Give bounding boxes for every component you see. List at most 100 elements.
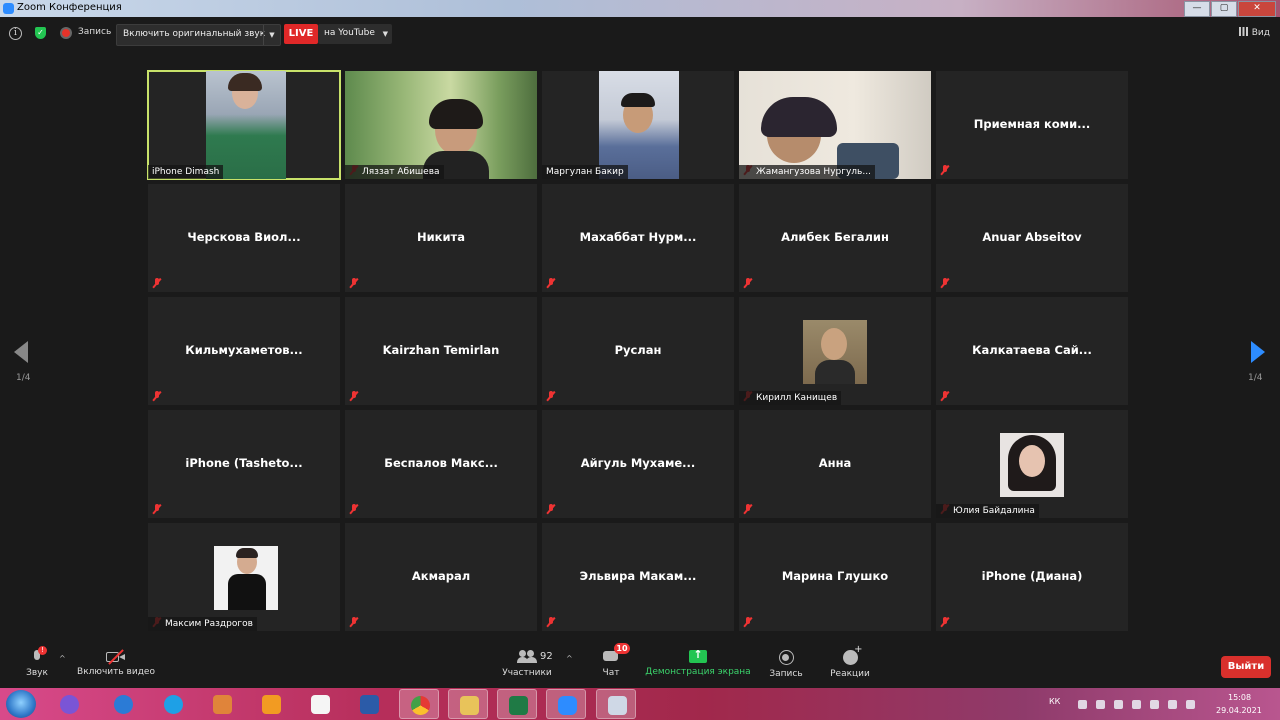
info-icon[interactable]: i	[9, 27, 22, 40]
record-button[interactable]: Запись	[766, 650, 806, 679]
previous-page-arrow-icon[interactable]	[14, 341, 28, 363]
paint-icon[interactable]	[596, 689, 636, 719]
leave-meeting-button[interactable]: Выйти	[1221, 656, 1271, 678]
meeting-top-toolbar: i ✓ Запись Включить оригинальный звук ▼ …	[0, 17, 1280, 51]
participant-tile[interactable]: Жамангузова Нургуль...	[739, 71, 931, 179]
audio-button[interactable]: ! Звук	[22, 646, 52, 678]
chevron-down-icon[interactable]: ▼	[263, 25, 280, 45]
chevron-down-icon[interactable]: ▼	[383, 24, 388, 44]
share-screen-icon	[689, 648, 707, 663]
minimize-button[interactable]: —	[1184, 1, 1210, 17]
muted-mic-icon	[941, 278, 949, 288]
participant-video	[599, 71, 679, 179]
volume-icon[interactable]	[1186, 700, 1195, 709]
audio-options-chevron-icon[interactable]: ^	[59, 654, 66, 663]
participant-avatar	[1000, 433, 1064, 497]
participant-avatar	[214, 546, 278, 610]
start-orb-icon[interactable]	[6, 690, 36, 718]
participant-name: Юлия Байдалина	[936, 504, 1039, 518]
participant-avatar	[803, 320, 867, 384]
participant-tile[interactable]: Максим Раздрогов	[148, 523, 340, 631]
participant-tile[interactable]: Anuar Abseitov	[936, 184, 1128, 292]
participant-video	[206, 71, 286, 179]
clock-date[interactable]: 29.04.2021	[1216, 706, 1262, 715]
chat-button[interactable]: 10 Чат	[596, 643, 630, 678]
participant-video	[345, 71, 537, 179]
internet-explorer-icon[interactable]	[103, 689, 143, 719]
youtube-stream-button[interactable]: на YouTube ▼	[318, 24, 392, 44]
participant-name: Анна	[818, 456, 852, 470]
participant-tile[interactable]: Махаббат Нурм...	[542, 184, 734, 292]
participant-tile[interactable]: Беспалов Макс...	[345, 410, 537, 518]
participant-tile[interactable]: Эльвира Макам...	[542, 523, 734, 631]
participant-tile[interactable]: Никита	[345, 184, 537, 292]
participant-name: Марина Глушко	[781, 569, 889, 583]
participant-name: Кильмухаметов...	[185, 343, 303, 357]
shield-icon[interactable]: ✓	[35, 27, 46, 39]
close-button[interactable]: ✕	[1238, 1, 1276, 17]
participant-tile[interactable]: Kairzhan Temirlan	[345, 297, 537, 405]
next-page-arrow-icon[interactable]	[1251, 341, 1265, 363]
media-player-icon[interactable]	[202, 689, 242, 719]
excel-icon[interactable]	[497, 689, 537, 719]
file-explorer-icon[interactable]	[448, 689, 488, 719]
participant-name: Эльвира Макам...	[579, 569, 697, 583]
original-sound-button[interactable]: Включить оригинальный звук ▼	[116, 24, 281, 46]
participant-tile[interactable]: iPhone (Диана)	[936, 523, 1128, 631]
share-screen-label: Демонстрация экрана	[645, 667, 751, 677]
reactions-label: Реакции	[830, 669, 870, 679]
participant-tile[interactable]: Ляззат Абишева	[345, 71, 537, 179]
participant-tile[interactable]: Приемная коми...	[936, 71, 1128, 179]
input-language[interactable]: КК	[1049, 697, 1060, 706]
yandex-icon[interactable]	[300, 689, 340, 719]
participant-tile[interactable]: Руслан	[542, 297, 734, 405]
skype-icon[interactable]	[153, 689, 193, 719]
network-icon[interactable]	[1150, 700, 1159, 709]
tray-icon[interactable]	[1078, 700, 1087, 709]
recording-indicator-icon	[62, 29, 70, 37]
participant-tile[interactable]: iPhone (Tasheto...	[148, 410, 340, 518]
participant-tile[interactable]: Маргулан Бакир	[542, 71, 734, 179]
start-video-button[interactable]: Включить видео	[73, 649, 159, 677]
reactions-button[interactable]: Реакции	[828, 644, 872, 679]
word-icon[interactable]	[349, 689, 389, 719]
participant-tile[interactable]: Черскова Виол...	[148, 184, 340, 292]
video-off-icon	[106, 649, 126, 665]
zoom-icon[interactable]	[546, 689, 586, 719]
tray-icon[interactable]	[1114, 700, 1123, 709]
participant-tile[interactable]: Марина Глушко	[739, 523, 931, 631]
participant-tile[interactable]: Кирилл Канищев	[739, 297, 931, 405]
yandex-browser-icon[interactable]	[49, 689, 89, 719]
maximize-button[interactable]: ▢	[1211, 1, 1237, 17]
zoom-app-icon	[3, 3, 14, 14]
page-indicator-left: 1/4	[16, 373, 31, 383]
tray-icon[interactable]	[1168, 700, 1177, 709]
tray-icon[interactable]	[1132, 700, 1141, 709]
participant-name: Калкатаева Сай...	[972, 343, 1092, 357]
view-button[interactable]: Вид	[1238, 27, 1270, 38]
tray-icon[interactable]	[1096, 700, 1105, 709]
recording-label: Запись	[78, 27, 112, 37]
participant-name: Максим Раздрогов	[148, 617, 257, 631]
participant-name: Черскова Виол...	[187, 230, 301, 244]
participant-tile[interactable]: Айгуль Мухаме...	[542, 410, 734, 518]
participant-tile[interactable]: Акмарал	[345, 523, 537, 631]
participant-tile[interactable]: Калкатаева Сай...	[936, 297, 1128, 405]
participant-tile[interactable]: Юлия Байдалина	[936, 410, 1128, 518]
chrome-icon[interactable]	[399, 689, 439, 719]
participants-options-chevron-icon[interactable]: ^	[566, 654, 573, 663]
muted-mic-icon	[941, 165, 949, 175]
participant-tile[interactable]: Кильмухаметов...	[148, 297, 340, 405]
participant-name: Руслан	[614, 343, 662, 357]
participant-name: iPhone (Диана)	[981, 569, 1083, 583]
grid-icon	[1238, 27, 1248, 36]
participant-tile[interactable]: Анна	[739, 410, 931, 518]
audio-warning-badge: !	[38, 646, 47, 655]
odnoklassniki-icon[interactable]	[251, 689, 291, 719]
window-title: Zoom Конференция	[17, 2, 122, 13]
clock-time[interactable]: 15:08	[1228, 693, 1251, 702]
participant-tile[interactable]: Алибек Бегалин	[739, 184, 931, 292]
share-screen-button[interactable]: Демонстрация экрана	[645, 648, 751, 677]
muted-mic-icon	[153, 278, 161, 288]
participant-tile[interactable]: iPhone Dimash	[147, 70, 341, 180]
